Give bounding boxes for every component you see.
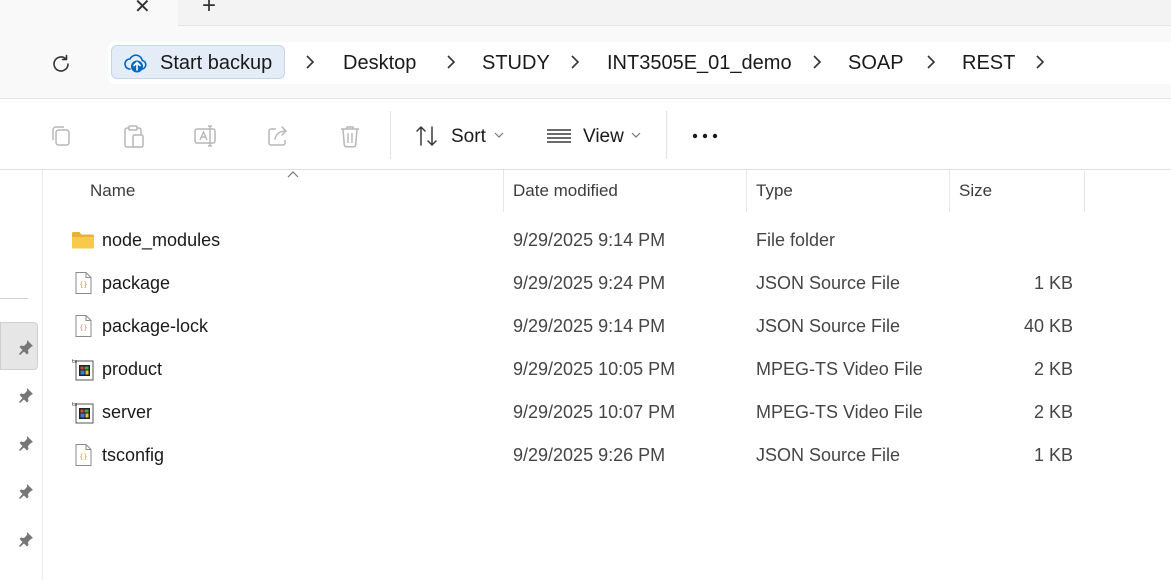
file-name: package-lock: [102, 316, 209, 336]
delete-icon[interactable]: [337, 123, 363, 149]
column-divider[interactable]: [1084, 170, 1085, 212]
file-row[interactable]: {} tsconfig 9/29/2025 9:26 PM JSON Sourc…: [43, 433, 1171, 476]
file-type: MPEG-TS Video File: [756, 359, 923, 379]
crumb-soap[interactable]: SOAP: [848, 52, 904, 75]
file-name: server: [102, 402, 153, 422]
toolbar-separator: [390, 111, 391, 159]
file-name: package: [102, 273, 171, 293]
file-date: 9/29/2025 9:14 PM: [513, 316, 666, 336]
paste-icon[interactable]: [121, 123, 147, 149]
nav-divider: [0, 298, 28, 299]
file-row[interactable]: {} package-lock 9/29/2025 9:14 PM JSON S…: [43, 304, 1171, 347]
json-file-icon: {}: [75, 444, 92, 466]
chevron-down-icon: [494, 132, 504, 138]
command-bar: Sort View: [0, 99, 1171, 170]
column-divider[interactable]: [503, 170, 504, 212]
folder-icon: [72, 232, 94, 249]
pin-icon[interactable]: [17, 530, 35, 548]
refresh-icon[interactable]: [48, 51, 74, 77]
pin-icon[interactable]: [17, 434, 35, 452]
crumb-int3505e[interactable]: INT3505E_01_demo: [607, 52, 792, 75]
file-type: JSON Source File: [756, 445, 901, 465]
file-name: product: [102, 359, 163, 379]
cloud-upload-icon: [124, 54, 147, 73]
start-backup-label: Start backup: [160, 52, 273, 74]
file-date: 9/29/2025 10:07 PM: [513, 402, 676, 422]
address-bar: Start backup Desktop STUDY INT3505E_01_d…: [0, 26, 1171, 99]
pin-icon[interactable]: [17, 386, 35, 404]
rename-icon[interactable]: [193, 123, 219, 149]
svg-text:ts: ts: [72, 359, 77, 365]
file-size: 2 KB: [1033, 359, 1073, 379]
video-file-icon: ts: [72, 402, 94, 424]
navigation-pane: [0, 170, 43, 580]
tab-current[interactable]: ✕: [0, 0, 178, 26]
close-tab-icon[interactable]: ✕: [134, 0, 151, 19]
svg-text:{}: {}: [79, 453, 87, 461]
pin-icon[interactable]: [17, 482, 35, 500]
svg-text:{}: {}: [79, 324, 87, 332]
file-name: tsconfig: [102, 445, 165, 465]
chevron-right-icon[interactable]: [305, 53, 315, 71]
new-tab-icon[interactable]: +: [202, 0, 216, 20]
copy-icon[interactable]: [48, 123, 74, 149]
svg-text:ts: ts: [72, 402, 77, 408]
chevron-right-icon[interactable]: [926, 53, 936, 71]
file-date: 9/29/2025 9:24 PM: [513, 273, 666, 293]
file-list: node_modules 9/29/2025 9:14 PM File fold…: [43, 218, 1171, 476]
view-list-icon: [547, 129, 571, 143]
file-size: 2 KB: [1033, 402, 1073, 422]
file-size: 1 KB: [1033, 273, 1073, 293]
column-divider[interactable]: [746, 170, 747, 212]
crumb-study[interactable]: STUDY: [482, 52, 550, 75]
file-row[interactable]: ts server 9/29/2025 10:07 PM MPEG-TS Vid…: [43, 390, 1171, 433]
crumb-desktop[interactable]: Desktop: [343, 52, 416, 75]
sort-ascending-icon: [287, 171, 299, 178]
chevron-right-icon[interactable]: [812, 53, 822, 71]
chevron-right-icon[interactable]: [1035, 53, 1045, 71]
sort-label: Sort: [451, 126, 486, 147]
share-icon[interactable]: [265, 123, 291, 149]
column-header-type[interactable]: Type: [756, 181, 793, 201]
more-options-icon[interactable]: [692, 133, 718, 139]
start-backup-button[interactable]: Start backup: [111, 45, 285, 79]
column-header-name[interactable]: Name: [90, 181, 135, 201]
chevron-down-icon: [631, 132, 641, 138]
chevron-right-icon[interactable]: [570, 53, 580, 71]
json-file-icon: {}: [75, 272, 92, 294]
column-header-size[interactable]: Size: [959, 181, 992, 201]
file-type: JSON Source File: [756, 273, 901, 293]
file-date: 9/29/2025 10:05 PM: [513, 359, 676, 379]
view-label: View: [583, 126, 624, 147]
file-row[interactable]: ts product 9/29/2025 10:05 PM MPEG-TS Vi…: [43, 347, 1171, 390]
crumb-rest[interactable]: REST: [962, 52, 1015, 75]
column-divider[interactable]: [949, 170, 950, 212]
svg-text:{}: {}: [79, 281, 87, 289]
video-file-icon: ts: [72, 359, 94, 381]
file-size: 1 KB: [1033, 445, 1073, 465]
chevron-right-icon[interactable]: [446, 53, 456, 71]
sort-icon: [416, 126, 437, 146]
tab-strip: ✕ +: [0, 0, 1171, 26]
column-headers: Name Date modified Type Size: [43, 170, 1171, 214]
file-type: File folder: [756, 230, 836, 250]
toolbar-separator: [666, 111, 667, 159]
file-date: 9/29/2025 9:14 PM: [513, 230, 666, 250]
file-row[interactable]: node_modules 9/29/2025 9:14 PM File fold…: [43, 218, 1171, 261]
file-size: 40 KB: [1023, 316, 1073, 336]
file-type: MPEG-TS Video File: [756, 402, 923, 422]
column-header-date[interactable]: Date modified: [513, 181, 618, 201]
pin-icon[interactable]: [17, 338, 35, 356]
file-row[interactable]: {} package 9/29/2025 9:24 PM JSON Source…: [43, 261, 1171, 304]
file-date: 9/29/2025 9:26 PM: [513, 445, 666, 465]
file-name: node_modules: [102, 230, 221, 250]
json-file-icon: {}: [75, 315, 92, 337]
breadcrumb[interactable]: Start backup Desktop STUDY INT3505E_01_d…: [108, 42, 1171, 84]
file-type: JSON Source File: [756, 316, 901, 336]
